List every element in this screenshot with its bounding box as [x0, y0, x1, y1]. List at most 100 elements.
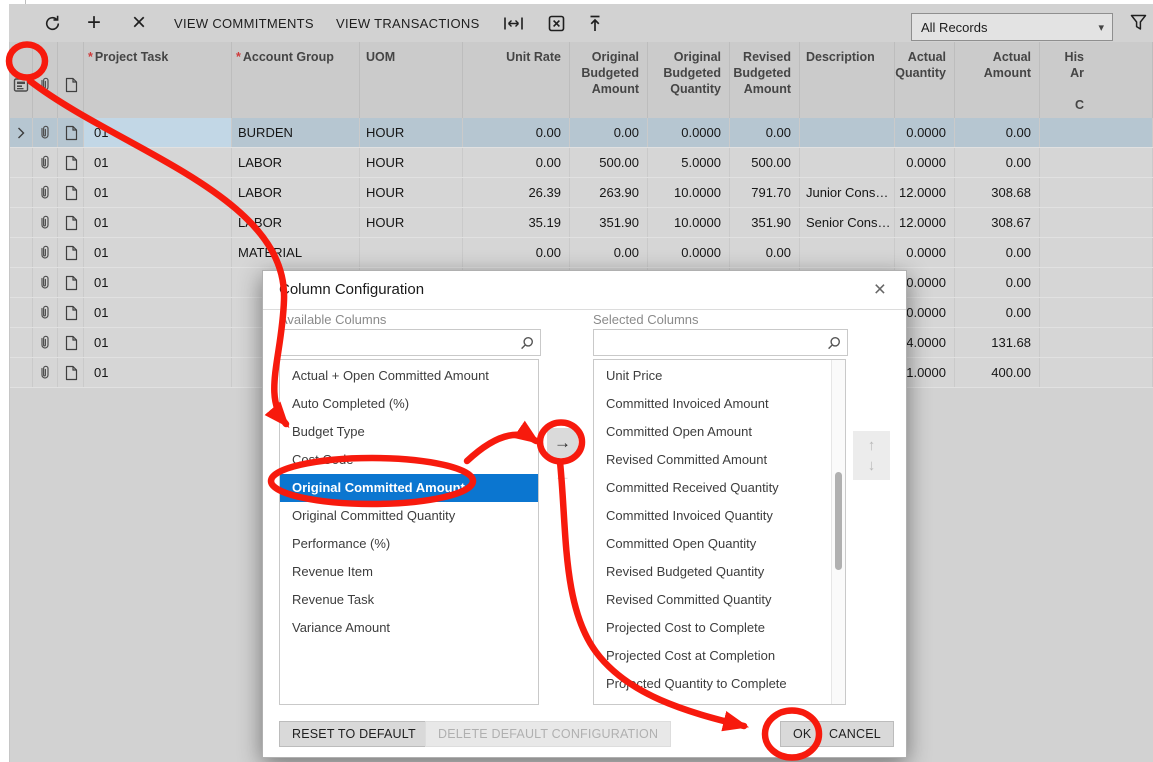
- actual-amount-cell[interactable]: 308.67: [955, 208, 1040, 237]
- column-option[interactable]: Original Committed Quantity: [280, 502, 538, 530]
- project-task-cell[interactable]: 01: [84, 208, 232, 237]
- reset-to-default-button[interactable]: RESET TO DEFAULT: [279, 721, 429, 747]
- row-selector-cell[interactable]: [10, 118, 33, 147]
- column-option[interactable]: Cost Code: [280, 446, 538, 474]
- column-option[interactable]: Committed Open Amount: [594, 418, 845, 446]
- row-selector-cell[interactable]: [10, 208, 33, 237]
- row-selector-cell[interactable]: [10, 148, 33, 177]
- project-task-cell[interactable]: 01: [84, 298, 232, 327]
- actual-amount-cell[interactable]: 308.68: [955, 178, 1040, 207]
- description-cell[interactable]: Senior Cons…: [800, 208, 895, 237]
- note-cell[interactable]: [58, 148, 84, 177]
- column-header-description[interactable]: Description: [800, 42, 895, 118]
- revised-budgeted-amount-cell[interactable]: 0.00: [730, 118, 800, 147]
- scrollbar-thumb[interactable]: [835, 472, 842, 570]
- account-group-cell[interactable]: LABOR: [232, 148, 360, 177]
- move-up-icon[interactable]: ↑: [868, 437, 876, 455]
- original-budgeted-quantity-cell[interactable]: 10.0000: [648, 208, 730, 237]
- actual-quantity-cell[interactable]: 0.0000: [895, 118, 955, 147]
- note-cell[interactable]: [58, 358, 84, 387]
- add-row-button[interactable]: +: [79, 4, 109, 42]
- column-option[interactable]: Revised Committed Amount: [594, 446, 845, 474]
- clipped-cell[interactable]: [1040, 298, 1153, 327]
- column-option[interactable]: Unit Price: [594, 362, 845, 390]
- column-header-revised_budgeted_amount[interactable]: Revised Budgeted Amount: [730, 42, 800, 118]
- available-search-input[interactable]: [280, 331, 520, 354]
- original-budgeted-quantity-cell[interactable]: 0.0000: [648, 238, 730, 267]
- attachment-cell[interactable]: [33, 358, 58, 387]
- unit-rate-cell[interactable]: 0.00: [463, 238, 570, 267]
- delete-default-configuration-button[interactable]: DELETE DEFAULT CONFIGURATION: [425, 721, 671, 747]
- records-filter-combo[interactable]: All Records ▾: [911, 13, 1113, 41]
- revised-budgeted-amount-cell[interactable]: 0.00: [730, 238, 800, 267]
- row-selector-cell[interactable]: [10, 328, 33, 357]
- attachment-cell[interactable]: [33, 328, 58, 357]
- column-option[interactable]: Projected Cost to Complete: [594, 614, 845, 642]
- project-task-cell[interactable]: 01: [84, 118, 232, 147]
- attachment-cell[interactable]: [33, 148, 58, 177]
- row-selector-cell[interactable]: [10, 178, 33, 207]
- view-commitments-button[interactable]: VIEW COMMITMENTS: [166, 4, 322, 42]
- column-option[interactable]: Performance (%): [280, 530, 538, 558]
- project-task-cell[interactable]: 01: [84, 238, 232, 267]
- project-task-cell[interactable]: 01: [84, 358, 232, 387]
- note-cell[interactable]: [58, 118, 84, 147]
- clipped-cell[interactable]: [1040, 238, 1153, 267]
- view-transactions-button[interactable]: VIEW TRANSACTIONS: [328, 4, 488, 42]
- uom-cell[interactable]: [360, 238, 463, 267]
- row-selector-cell[interactable]: [10, 238, 33, 267]
- row-expander-icon[interactable]: [17, 127, 25, 139]
- column-configuration-icon[interactable]: [13, 51, 29, 118]
- project-task-cell[interactable]: 01: [84, 178, 232, 207]
- delete-row-button[interactable]: ×: [124, 4, 154, 42]
- clipped-cell[interactable]: [1040, 208, 1153, 237]
- actual-quantity-cell[interactable]: 12.0000: [895, 178, 955, 207]
- table-row[interactable]: 01LABORHOUR35.19351.9010.0000351.90Senio…: [10, 208, 1153, 238]
- column-header-actual_quantity[interactable]: Actual Quantity: [895, 42, 955, 118]
- uom-cell[interactable]: HOUR: [360, 118, 463, 147]
- description-cell[interactable]: [800, 148, 895, 177]
- column-option[interactable]: Projected Quantity at Completion: [594, 698, 845, 705]
- column-header-original_budgeted_quantity[interactable]: Original Budgeted Quantity: [648, 42, 730, 118]
- note-cell[interactable]: [58, 208, 84, 237]
- column-option[interactable]: Original Committed Amount: [280, 474, 538, 502]
- unit-rate-cell[interactable]: 0.00: [463, 148, 570, 177]
- table-row[interactable]: 01LABORHOUR26.39263.9010.0000791.70Junio…: [10, 178, 1153, 208]
- original-budgeted-amount-cell[interactable]: 351.90: [570, 208, 648, 237]
- attachment-cell[interactable]: [33, 178, 58, 207]
- column-option[interactable]: Projected Quantity to Complete: [594, 670, 845, 698]
- column-header-unit_rate[interactable]: Unit Rate: [463, 42, 570, 118]
- attachment-cell[interactable]: [33, 118, 58, 147]
- account-group-cell[interactable]: LABOR: [232, 208, 360, 237]
- description-cell[interactable]: [800, 118, 895, 147]
- actual-amount-cell[interactable]: 0.00: [955, 148, 1040, 177]
- row-selector-cell[interactable]: [10, 358, 33, 387]
- column-header-actual_amount[interactable]: Actual Amount: [955, 42, 1040, 118]
- revised-budgeted-amount-cell[interactable]: 351.90: [730, 208, 800, 237]
- column-option[interactable]: Committed Open Quantity: [594, 530, 845, 558]
- revised-budgeted-amount-cell[interactable]: 500.00: [730, 148, 800, 177]
- uom-cell[interactable]: HOUR: [360, 178, 463, 207]
- column-option[interactable]: Committed Invoiced Amount: [594, 390, 845, 418]
- original-budgeted-quantity-cell[interactable]: 5.0000: [648, 148, 730, 177]
- column-option[interactable]: Revenue Task: [280, 586, 538, 614]
- actual-amount-cell[interactable]: 400.00: [955, 358, 1040, 387]
- note-cell[interactable]: [58, 298, 84, 327]
- clipped-cell[interactable]: [1040, 118, 1153, 147]
- selected-search-input[interactable]: [594, 331, 827, 354]
- table-row[interactable]: 01MATERIAL0.000.000.00000.000.00000.00: [10, 238, 1153, 268]
- column-header-notes[interactable]: [58, 42, 84, 118]
- scrollbar-track[interactable]: [831, 360, 845, 704]
- unit-rate-cell[interactable]: 35.19: [463, 208, 570, 237]
- move-down-icon[interactable]: ↓: [868, 457, 876, 475]
- actual-quantity-cell[interactable]: 12.0000: [895, 208, 955, 237]
- attachment-cell[interactable]: [33, 208, 58, 237]
- uom-cell[interactable]: HOUR: [360, 148, 463, 177]
- project-task-cell[interactable]: 01: [84, 328, 232, 357]
- move-left-button[interactable]: ←: [547, 461, 578, 491]
- actual-amount-cell[interactable]: 0.00: [955, 238, 1040, 267]
- clipped-cell[interactable]: [1040, 178, 1153, 207]
- column-option[interactable]: Revised Committed Quantity: [594, 586, 845, 614]
- close-icon[interactable]: ×: [868, 278, 892, 301]
- account-group-cell[interactable]: LABOR: [232, 178, 360, 207]
